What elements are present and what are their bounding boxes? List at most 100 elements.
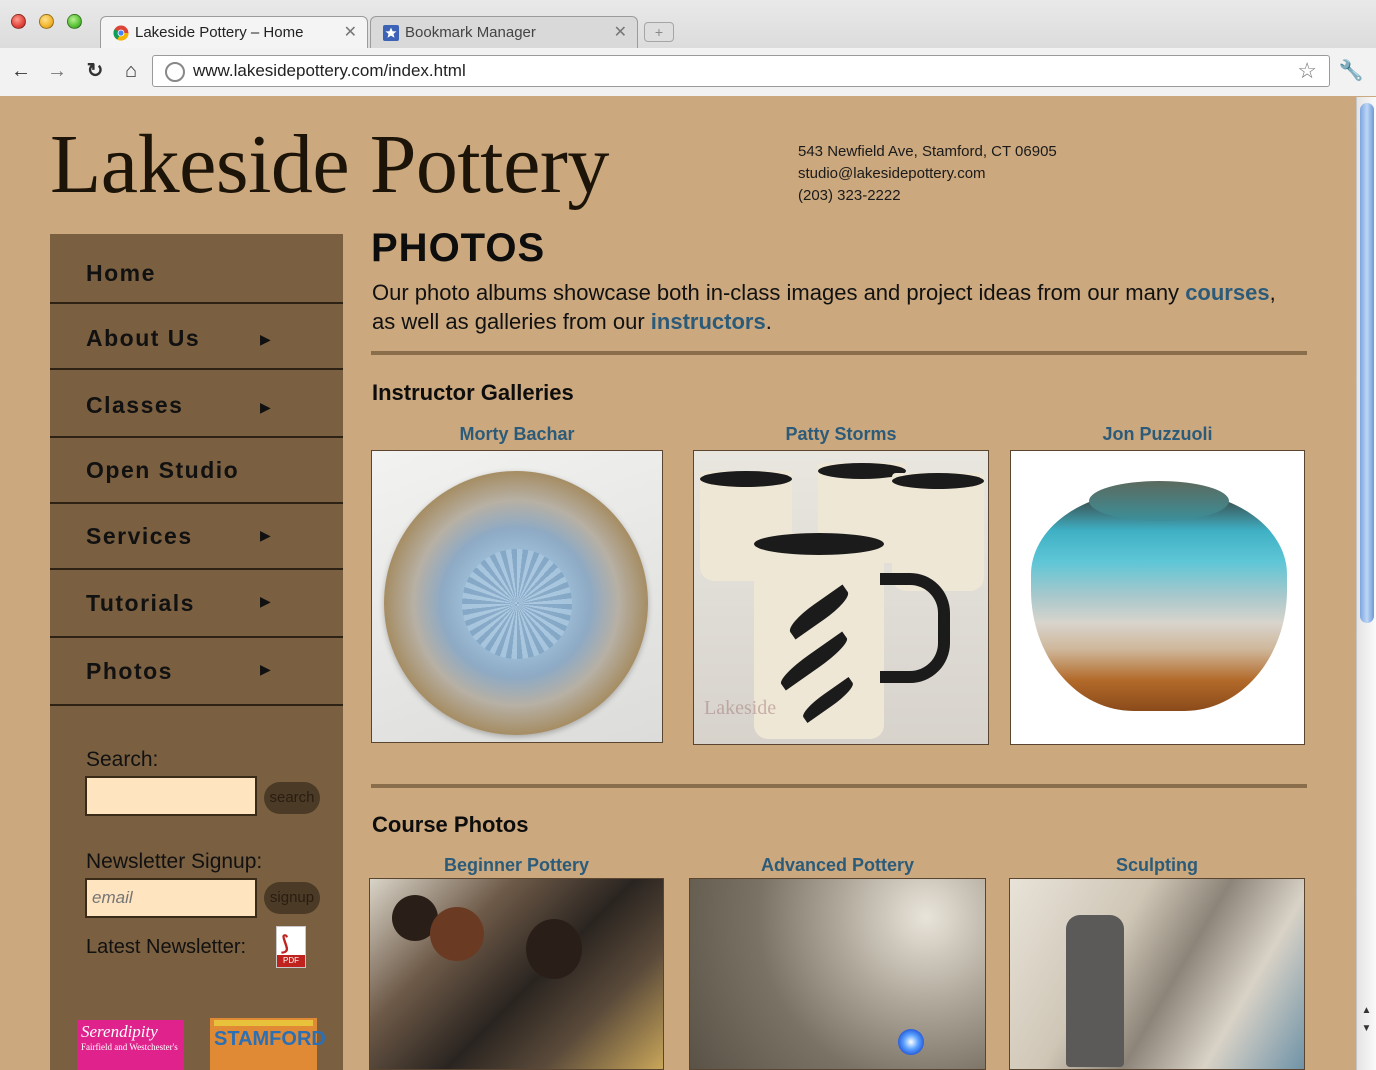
newsletter-email-input[interactable]	[85, 878, 257, 918]
mug-handle	[880, 573, 950, 683]
submenu-arrow-icon: ▶	[260, 593, 271, 609]
site-logo[interactable]: Lakeside Pottery	[50, 116, 609, 213]
divider	[371, 784, 1307, 788]
leaf-decoration	[785, 584, 853, 640]
mug-rim	[892, 473, 984, 489]
address-bar[interactable]: www.lakesidepottery.com/index.html ☆	[152, 55, 1330, 87]
scrollbar-thumb[interactable]	[1360, 103, 1374, 623]
pdf-tag: PDF	[277, 955, 305, 967]
instructors-link[interactable]: instructors	[651, 309, 766, 334]
nav-item-label: Open Studio	[86, 457, 240, 483]
pdf-icon[interactable]: ⟆ PDF	[276, 926, 306, 968]
gallery-label-advanced-pottery[interactable]: Advanced Pottery	[689, 855, 986, 876]
nav-item-label: Home	[86, 260, 156, 286]
badge-title: STAMFORD	[214, 1028, 326, 1050]
back-arrow-icon[interactable]: ←	[8, 58, 34, 84]
browser-chrome: Lakeside Pottery – Home ✕ Bookmark Manag…	[0, 0, 1376, 96]
badge-subtitle: Fairfield and Westchester's	[81, 1042, 178, 1052]
serendipity-badge[interactable]: Serendipity Fairfield and Westchester's	[77, 1020, 184, 1070]
nav-item-label: Services	[86, 523, 193, 549]
search-label: Search:	[86, 748, 159, 771]
torch-flame	[898, 1029, 924, 1055]
tab-title: Lakeside Pottery – Home	[135, 24, 304, 41]
tab-lakeside-pottery[interactable]: Lakeside Pottery – Home ✕	[100, 16, 368, 48]
plate-center	[462, 549, 572, 659]
home-icon[interactable]: ⌂	[118, 58, 144, 84]
scroll-up-arrow-icon[interactable]: ▲	[1357, 1003, 1376, 1019]
nav-item-open-studio[interactable]: Open Studio	[50, 438, 343, 504]
badge-stripe	[214, 1020, 313, 1026]
browser-toolbar: ← → ↻ ⌂ www.lakesidepottery.com/index.ht…	[0, 48, 1376, 96]
gallery-label-sculpting[interactable]: Sculpting	[1009, 855, 1305, 876]
page-title: PHOTOS	[371, 226, 546, 270]
gallery-label-jon-puzzuoli[interactable]: Jon Puzzuoli	[1010, 424, 1305, 445]
courses-link[interactable]: courses	[1185, 280, 1269, 305]
forward-arrow-icon[interactable]: →	[44, 58, 70, 84]
newsletter-label: Newsletter Signup:	[86, 850, 263, 873]
nav-item-tutorials[interactable]: Tutorials ▶	[50, 570, 343, 638]
nav-item-label: Classes	[86, 392, 184, 418]
mug-rim	[700, 471, 792, 487]
acrobat-logo-icon: ⟆	[281, 933, 289, 955]
submenu-arrow-icon: ▶	[260, 527, 271, 543]
search-input[interactable]	[85, 776, 257, 816]
watermark-text: Lakeside	[704, 697, 777, 719]
patty-storms-photo[interactable]: Lakeside	[693, 450, 989, 745]
search-button[interactable]: search	[264, 782, 320, 814]
intro-text: .	[765, 309, 772, 334]
tab-close-icon[interactable]: ✕	[614, 17, 627, 49]
submenu-arrow-icon: ▶	[260, 661, 271, 677]
nav-item-photos[interactable]: Photos ▶	[50, 638, 343, 706]
bookmark-star-outline-icon[interactable]: ☆	[1297, 58, 1317, 84]
advanced-pottery-photo[interactable]	[689, 878, 986, 1070]
scroll-down-arrow-icon[interactable]: ▼	[1357, 1021, 1376, 1037]
zoom-window-button[interactable]	[67, 14, 82, 29]
signup-button[interactable]: signup	[264, 882, 320, 914]
contact-info: 543 Newfield Ave, Stamford, CT 06905 stu…	[798, 141, 1057, 207]
person-head	[430, 907, 484, 961]
nav-item-services[interactable]: Services ▶	[50, 504, 343, 570]
sidebar: Home About Us ▶ Classes ▶ Open Studio Se…	[50, 234, 343, 1070]
sculpting-photo[interactable]	[1009, 878, 1305, 1070]
nav-item-label: About Us	[86, 325, 201, 351]
instructor-galleries-heading: Instructor Galleries	[372, 380, 574, 405]
new-tab-button[interactable]: +	[644, 22, 674, 42]
divider	[371, 351, 1307, 355]
best-of-stamford-badge[interactable]: STAMFORD	[210, 1018, 326, 1070]
gallery-label-patty-storms[interactable]: Patty Storms	[693, 424, 989, 445]
tab-title: Bookmark Manager	[405, 24, 536, 41]
submenu-arrow-icon: ▶	[260, 331, 271, 347]
nav-item-label: Photos	[86, 658, 173, 684]
vertical-scrollbar[interactable]: ▲ ▼	[1356, 97, 1376, 1070]
intro-text: Our photo albums showcase both in-class …	[372, 280, 1186, 305]
minimize-window-button[interactable]	[39, 14, 54, 29]
gallery-label-beginner-pottery[interactable]: Beginner Pottery	[369, 855, 664, 876]
urn-lid	[1089, 481, 1229, 521]
latest-newsletter-label: Latest Newsletter:	[86, 936, 247, 958]
submenu-arrow-icon: ▶	[260, 399, 271, 415]
badge-title: Serendipity	[81, 1022, 158, 1041]
morty-bachar-photo[interactable]	[371, 450, 663, 743]
bookmark-star-icon	[383, 25, 399, 41]
contact-phone: (203) 323-2222	[798, 187, 901, 204]
reload-icon[interactable]: ↻	[82, 58, 108, 84]
person-head	[526, 919, 582, 979]
tab-close-icon[interactable]: ✕	[344, 17, 357, 49]
course-photos-heading: Course Photos	[372, 812, 529, 837]
tab-bookmark-manager[interactable]: Bookmark Manager ✕	[370, 16, 638, 48]
jon-puzzuoli-photo[interactable]	[1010, 450, 1305, 745]
urn-image	[1031, 491, 1287, 711]
nav-item-home[interactable]: Home	[50, 238, 343, 304]
lantern-sculpture	[1066, 915, 1124, 1067]
leaf-decoration	[799, 677, 857, 723]
nav-item-classes[interactable]: Classes ▶	[50, 372, 343, 438]
wrench-icon[interactable]: 🔧	[1338, 58, 1364, 84]
mug-rim	[754, 533, 884, 555]
intro-paragraph: Our photo albums showcase both in-class …	[372, 278, 1292, 336]
url-text[interactable]: www.lakesidepottery.com/index.html	[193, 56, 466, 86]
globe-icon	[165, 62, 185, 82]
beginner-pottery-photo[interactable]	[369, 878, 664, 1070]
nav-item-about-us[interactable]: About Us ▶	[50, 306, 343, 370]
close-window-button[interactable]	[11, 14, 26, 29]
gallery-label-morty-bachar[interactable]: Morty Bachar	[371, 424, 663, 445]
